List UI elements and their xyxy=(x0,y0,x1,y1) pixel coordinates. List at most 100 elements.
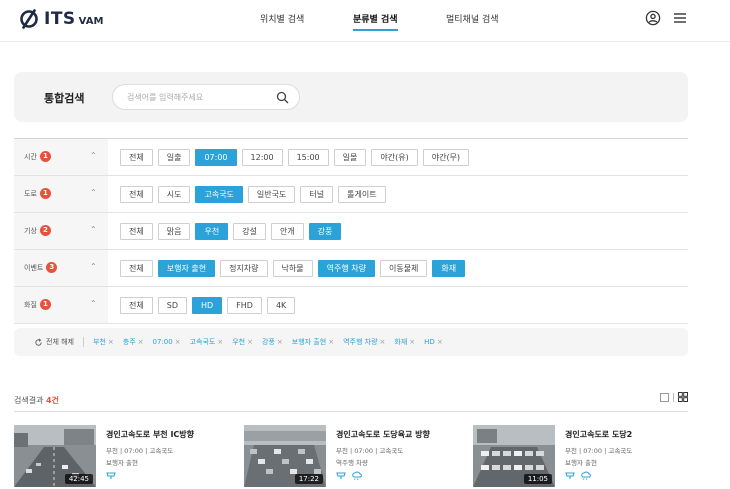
results-label: 검색결과 4건 xyxy=(14,395,59,406)
filter-options: 전체 일출 07:00 12:00 15:00 일몰 야간(유) 야간(무) xyxy=(120,149,470,166)
filter-option-chip[interactable]: 야간(무) xyxy=(422,149,470,166)
applied-tag[interactable]: 07:00 × xyxy=(153,338,181,346)
divider xyxy=(83,337,84,347)
video-duration: 17:22 xyxy=(294,474,323,484)
list-view-icon[interactable] xyxy=(660,392,669,402)
applied-tag[interactable]: 화재 × xyxy=(394,337,415,347)
filter-label-text: 이벤트 xyxy=(24,263,44,272)
remove-tag-icon[interactable]: × xyxy=(175,338,181,346)
filter-option-chip[interactable]: 4K xyxy=(266,297,296,314)
filter-option-chip[interactable]: 야간(유) xyxy=(371,149,418,166)
card-event: 보행자 출현 xyxy=(106,459,138,467)
filter-options: 전체 보행자 출현 정지차량 낙하물 역주행 차량 이동물체 화재 xyxy=(120,260,466,277)
filter-count-badge: 2 xyxy=(39,225,51,236)
video-thumbnail[interactable]: 17:22 xyxy=(244,425,326,487)
video-thumbnail[interactable]: 11:05 xyxy=(473,425,555,487)
filter-option-chip[interactable]: 전체 xyxy=(120,260,153,277)
filter-option-chip[interactable]: 보행자 출현 xyxy=(157,260,216,277)
filter-label: 시간 1 xyxy=(24,151,51,162)
results-label-text: 검색결과 xyxy=(14,396,44,405)
card-event: 보행자 출현 xyxy=(565,459,597,467)
remove-tag-icon[interactable]: × xyxy=(409,338,415,346)
menu-icon[interactable] xyxy=(672,10,688,26)
collapse-caret-icon[interactable]: ⌃ xyxy=(90,188,97,197)
remove-tag-icon[interactable]: × xyxy=(138,338,144,346)
card-title[interactable]: 경인고속도로 도당2 xyxy=(565,429,632,440)
filter-option-chip[interactable]: 터널 xyxy=(300,186,334,203)
applied-tag[interactable]: 역주행 차량 × xyxy=(343,337,385,347)
main-nav: 위치별 검색 분류별 검색 멀티채널 검색 xyxy=(0,12,730,31)
card-meta: 부천 | 07:00 | 고속국도 xyxy=(336,447,404,455)
search-input[interactable] xyxy=(127,90,277,105)
remove-tag-icon[interactable]: × xyxy=(277,338,283,346)
filter-count-badge: 1 xyxy=(39,188,51,199)
remove-tag-icon[interactable]: × xyxy=(247,338,253,346)
card-title[interactable]: 경인고속도로 부천 IC방향 xyxy=(106,429,194,440)
cctv-icon xyxy=(336,472,346,479)
search-box[interactable] xyxy=(112,84,300,110)
applied-tag[interactable]: 충주 × xyxy=(123,337,144,347)
user-icon[interactable] xyxy=(645,10,661,26)
filter-option-chip[interactable]: 전체 xyxy=(120,186,153,203)
filter-label-text: 기상 xyxy=(24,226,37,235)
filter-option-chip[interactable]: 정지차량 xyxy=(220,260,268,277)
applied-tag-label: 보행자 출현 xyxy=(291,338,327,346)
collapse-caret-icon[interactable]: ⌃ xyxy=(90,262,97,271)
filter-option-chip[interactable]: SD xyxy=(157,297,187,314)
applied-tag[interactable]: 강풍 × xyxy=(262,337,283,347)
reset-all-button[interactable]: 전체 해제 xyxy=(34,337,74,347)
result-card[interactable]: 42:45 경인고속도로 부천 IC방향 부천 | 07:00 | 고속국도 보행자 … xyxy=(14,425,234,489)
filter-option-chip[interactable]: 시도 xyxy=(157,186,191,203)
filter-option-chip[interactable]: 낙하물 xyxy=(272,260,313,277)
filter-option-chip[interactable]: 강풍 xyxy=(308,223,342,240)
filter-option-chip[interactable]: 일출 xyxy=(157,149,191,166)
filter-option-chip[interactable]: 12:00 xyxy=(241,149,283,166)
applied-tag[interactable]: 우천 × xyxy=(232,337,253,347)
nav-multichannel-search[interactable]: 멀티채널 검색 xyxy=(446,12,499,25)
collapse-caret-icon[interactable]: ⌃ xyxy=(90,299,97,308)
remove-tag-icon[interactable]: × xyxy=(328,338,334,346)
nav-category-search[interactable]: 분류별 검색 xyxy=(353,12,398,31)
filter-option-chip[interactable]: 일반국도 xyxy=(247,186,296,203)
filter-label-cell: 시간 1 ⌃ xyxy=(14,139,108,175)
filter-option-chip[interactable]: 안개 xyxy=(270,223,304,240)
collapse-caret-icon[interactable]: ⌃ xyxy=(90,151,97,160)
nav-location-search[interactable]: 위치별 검색 xyxy=(260,12,304,25)
applied-tag[interactable]: 부천 × xyxy=(93,337,114,347)
filter-option-chip[interactable]: 일몰 xyxy=(333,149,367,166)
remove-tag-icon[interactable]: × xyxy=(380,338,386,346)
filter-table: 시간 1 ⌃ 전체 일출 07:00 12:00 15:00 일몰 야간(유) 야간(무) 도로 1 ⌃ 전… xyxy=(14,138,688,324)
filter-option-chip[interactable]: 07:00 xyxy=(195,149,237,166)
remove-tag-icon[interactable]: × xyxy=(217,338,223,346)
filter-option-chip[interactable]: 톨게이트 xyxy=(338,186,386,203)
applied-tag-label: 충주 xyxy=(122,338,136,346)
result-card[interactable]: 17:22 경인고속도로 도당육교 방향 부천 | 07:00 | 고속국도 역주행 … xyxy=(244,425,464,489)
filter-option-chip[interactable]: 역주행 차량 xyxy=(317,260,375,277)
filter-option-chip[interactable]: FHD xyxy=(227,297,262,314)
card-title[interactable]: 경인고속도로 도당육교 방향 xyxy=(336,429,430,440)
cctv-icon xyxy=(106,472,116,479)
weather-icon xyxy=(352,471,362,480)
search-icon[interactable] xyxy=(276,91,289,104)
filter-option-chip[interactable]: 강설 xyxy=(233,223,266,240)
applied-tag[interactable]: HD × xyxy=(424,338,443,346)
filter-option-chip[interactable]: 우천 xyxy=(195,223,229,240)
filter-option-chip[interactable]: 전체 xyxy=(120,149,153,166)
video-thumbnail[interactable]: 42:45 xyxy=(14,425,96,487)
card-icons xyxy=(336,470,363,480)
filter-option-chip[interactable]: 전체 xyxy=(120,223,153,240)
filter-option-chip[interactable]: 고속국도 xyxy=(195,186,243,203)
filter-option-chip[interactable]: 맑음 xyxy=(157,223,191,240)
grid-view-icon[interactable] xyxy=(678,392,688,402)
result-card[interactable]: 11:05 경인고속도로 도당2 부천 | 07:00 | 고속국도 보행자 출현 xyxy=(473,425,693,489)
remove-tag-icon[interactable]: × xyxy=(437,338,443,346)
filter-option-chip[interactable]: 화재 xyxy=(432,260,466,277)
filter-option-chip[interactable]: 15:00 xyxy=(287,149,329,166)
applied-tag[interactable]: 고속국도 × xyxy=(190,337,224,347)
applied-tag[interactable]: 보행자 출현 × xyxy=(292,337,334,347)
remove-tag-icon[interactable]: × xyxy=(108,338,114,346)
filter-option-chip[interactable]: 전체 xyxy=(120,297,153,314)
filter-option-chip[interactable]: HD xyxy=(191,297,223,314)
collapse-caret-icon[interactable]: ⌃ xyxy=(90,225,97,234)
filter-option-chip[interactable]: 이동물체 xyxy=(379,260,428,277)
